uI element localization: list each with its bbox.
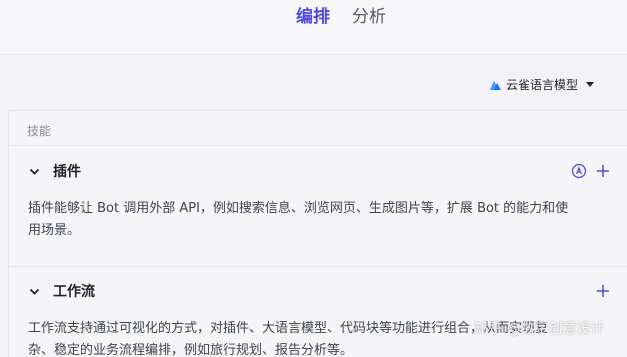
model-bar: 云雀语言模型 bbox=[0, 56, 627, 110]
mountain-logo-icon bbox=[490, 81, 501, 90]
workflow-description-line1: 工作流支持通过可视化的方式，对插件、大语言模型、代码块等功能进行组合，从而实现复 bbox=[28, 321, 549, 336]
tab-arrange[interactable]: 编排 bbox=[296, 6, 330, 28]
plus-icon[interactable] bbox=[595, 163, 611, 179]
workflow-title: 工作流 bbox=[53, 284, 95, 300]
model-name: 云雀语言模型 bbox=[506, 77, 579, 92]
chevron-down-icon[interactable] bbox=[29, 286, 40, 297]
top-bar: 编排 分析 bbox=[0, 0, 627, 55]
plugin-description-line2: 用场景。 bbox=[28, 223, 81, 238]
auto-circle-icon[interactable] bbox=[571, 163, 587, 179]
chevron-down-icon bbox=[586, 81, 595, 87]
plugin-title: 插件 bbox=[53, 164, 81, 180]
section-label-skills: 技能 bbox=[27, 124, 52, 138]
plugin-description-line1: 插件能够让 Bot 调用外部 API，例如搜索信息、浏览网页、生成图片等，扩展 … bbox=[28, 201, 569, 216]
model-select-dropdown[interactable]: 云雀语言模型 bbox=[490, 74, 595, 94]
plugin-block-header[interactable]: 插件 bbox=[9, 156, 627, 186]
plugin-description: 插件能够让 Bot 调用外部 API，例如搜索信息、浏览网页、生成图片等，扩展 … bbox=[28, 198, 608, 242]
workflow-description: 工作流支持通过可视化的方式，对插件、大语言模型、代码块等功能进行组合，从而实现复… bbox=[28, 318, 608, 357]
plus-icon[interactable] bbox=[595, 283, 611, 299]
divider bbox=[9, 266, 627, 267]
workflow-block-header[interactable]: 工作流 bbox=[9, 276, 627, 306]
tab-analysis[interactable]: 分析 bbox=[352, 6, 386, 28]
skills-panel: 技能 插件 插件能够让 Bot 调用外部 API，例如搜索信息、浏览网页、生成图… bbox=[8, 110, 627, 357]
workflow-description-line2: 杂、稳定的业务流程编排，例如旅行规划、报告分析等。 bbox=[28, 343, 354, 357]
divider bbox=[9, 145, 627, 146]
chevron-down-icon[interactable] bbox=[29, 166, 40, 177]
